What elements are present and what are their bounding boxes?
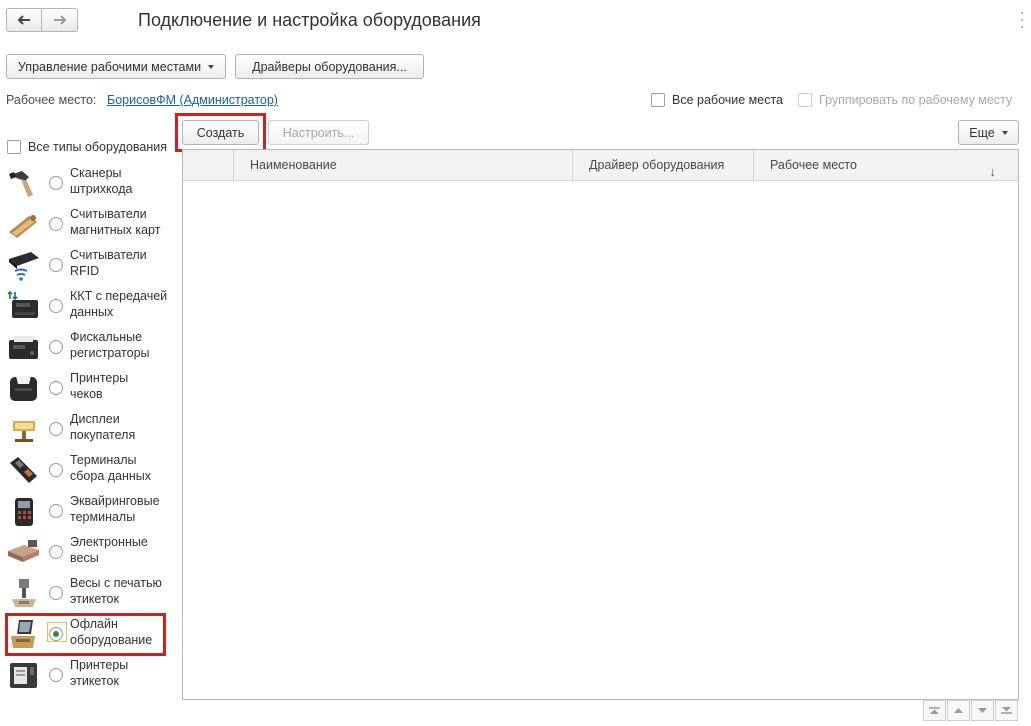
workplace-link[interactable]: БорисовФМ (Администратор) [107,93,278,107]
equipment-type-label: Офлайн оборудование [70,617,153,647]
down-icon [978,708,987,713]
table-header: Наименование Драйвер оборудования Рабоче… [183,150,1018,181]
equipment-type-online-cash-registers[interactable]: ККТ с передачей данных [6,287,176,328]
column-header-driver[interactable]: Драйвер оборудования [572,150,753,180]
data-terminal-icon [10,457,37,483]
column-header-workplace-label: Рабочее место [770,158,857,172]
equipment-drivers-button[interactable]: Драйверы оборудования... [235,54,424,79]
forward-button[interactable] [42,8,78,32]
fiscal-registrar-icon [9,336,38,359]
equipment-type-label: Электронные весы [70,535,148,565]
checkbox-box [651,93,665,107]
equipment-type-offline-equipment[interactable]: Офлайн оборудование [6,615,176,656]
equipment-type-label: Принтеры чеков [70,371,129,401]
equipment-type-label: Дисплеи покупателя [70,412,136,442]
radio-button[interactable] [49,381,63,395]
more-label: Еще [969,125,995,140]
workplaces-management-button[interactable]: Управление рабочими местами [6,54,226,79]
scroll-down-button[interactable] [971,700,994,721]
checkbox-box [798,93,812,107]
equipment-type-acquiring-terminals[interactable]: Эквайринговые терминалы [6,492,176,533]
create-button[interactable]: Создать [182,120,259,145]
radio-button[interactable] [49,627,63,641]
scroll-to-bottom-button[interactable] [995,700,1018,721]
workplace-label: Рабочее место: [6,93,97,107]
arrow-right-icon [53,15,66,25]
rfid-reader-icon [9,252,39,281]
group-by-workplace-label: Группировать по рабочему месту [819,93,1013,107]
equipment-type-label: Фискальные регистраторы [70,330,150,360]
customer-display-icon [13,421,35,442]
offline-equipment-icon [11,620,35,648]
chevron-down-icon [208,64,215,69]
radio-button[interactable] [49,586,63,600]
equipment-type-rfid-readers[interactable]: Считыватели RFID [6,246,176,287]
equipment-type-label: Считыватели магнитных карт [70,207,161,237]
equipment-type-label: Весы с печатью этикеток [70,576,162,606]
radio-button[interactable] [49,258,63,272]
window-menu-icon[interactable] [1017,12,1027,28]
chevron-down-icon [1001,130,1008,135]
equipment-type-label: Терминалы сбора данных [70,453,152,483]
equipment-type-label: Принтеры этикеток [70,658,129,688]
acquiring-terminal-icon [15,498,33,526]
radio-button[interactable] [49,340,63,354]
equipment-type-label: Считыватели RFID [70,248,147,278]
equipment-type-customer-displays[interactable]: Дисплеи покупателя [6,410,176,451]
column-header-name[interactable]: Наименование [233,150,572,180]
equipment-type-fiscal-registrars[interactable]: Фискальные регистраторы [6,328,176,369]
radio-button[interactable] [49,504,63,518]
checkbox-box [7,140,21,154]
up-icon [954,708,963,713]
electronic-scales-icon [8,540,39,562]
radio-button[interactable] [49,668,63,682]
equipment-type-label-printers[interactable]: Принтеры этикеток [6,656,176,697]
scroll-to-top-button[interactable] [923,700,946,721]
all-equipment-types-checkbox[interactable]: Все типы оборудования [7,140,167,154]
radio-button[interactable] [49,463,63,477]
equipment-type-label: ККТ с передачей данных [70,289,168,319]
barcode-scanner-icon [9,171,33,197]
configure-button[interactable]: Настроить... [268,120,369,145]
row-icon-column [183,150,233,180]
workplaces-management-label: Управление рабочими местами [17,59,202,74]
equipment-type-data-terminals[interactable]: Терминалы сбора данных [6,451,176,492]
equipment-type-label-scales[interactable]: Весы с печатью этикеток [6,574,176,615]
group-by-workplace-checkbox[interactable]: Группировать по рабочему месту [798,93,1012,107]
radio-button[interactable] [49,299,63,313]
radio-button[interactable] [49,217,63,231]
equipment-type-magnetic-card-readers[interactable]: Считыватели магнитных карт [6,205,176,246]
equipment-type-label: Сканеры штрихкода [70,166,133,196]
radio-button[interactable] [49,545,63,559]
all-workplaces-checkbox[interactable]: Все рабочие места [651,93,783,107]
back-button[interactable] [6,8,42,32]
equipment-type-label: Эквайринговые терминалы [70,494,160,524]
receipt-printer-icon [10,376,37,401]
column-header-workplace[interactable]: Рабочее место ↓ [753,150,1018,180]
double-up-icon [929,707,940,714]
radio-button[interactable] [49,176,63,190]
all-equipment-types-label: Все типы оборудования [28,140,168,154]
equipment-table[interactable]: Наименование Драйвер оборудования Рабоче… [182,149,1019,700]
arrow-left-icon [17,15,30,25]
double-down-icon [1001,707,1012,714]
all-workplaces-label: Все рабочие места [672,93,784,107]
scroll-up-button[interactable] [947,700,970,721]
radio-button[interactable] [49,422,63,436]
window-title: Подключение и настройка оборудования [138,10,481,30]
label-printer-icon [10,663,37,688]
more-button[interactable]: Еще [958,120,1019,145]
equipment-type-electronic-scales[interactable]: Электронные весы [6,533,176,574]
equipment-type-receipt-printers[interactable]: Принтеры чеков [6,369,176,410]
equipment-type-barcode-scanners[interactable]: Сканеры штрихкода [6,164,176,205]
magnetic-card-reader-icon [9,215,37,238]
sort-arrow-icon: ↓ [989,164,997,179]
label-scales-icon [12,579,36,607]
online-cash-register-icon [7,290,38,318]
